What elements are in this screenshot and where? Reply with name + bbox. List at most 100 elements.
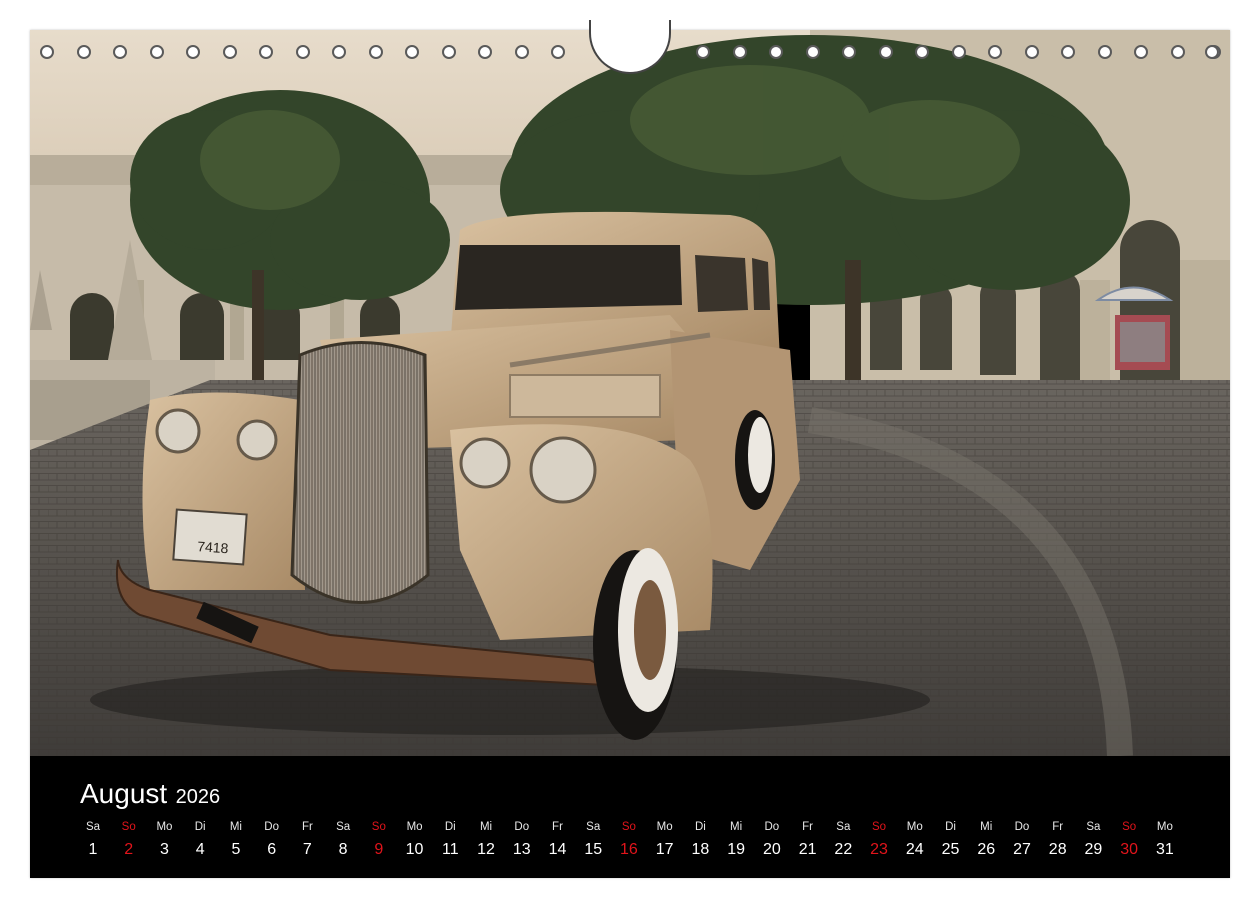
day-column: Mi 19 bbox=[718, 819, 754, 860]
weekday-label: Mi bbox=[229, 821, 242, 833]
day-number: 21 bbox=[798, 841, 817, 858]
day-number: 27 bbox=[1013, 841, 1031, 858]
weekday-label: So bbox=[1122, 821, 1137, 833]
day-column: Mo 3 bbox=[146, 819, 182, 860]
day-column: Sa 1 bbox=[75, 819, 111, 860]
calendar-strip: August 2026 Sa 1 So 2 Mo 3 Di 4 Mi 5 Do 6 Fr 7 Sa 8 So 9 M… bbox=[30, 756, 1230, 878]
day-column: Fr 21 bbox=[790, 819, 826, 860]
license-plate-number: 7418 bbox=[197, 538, 229, 556]
weekday-label: So bbox=[371, 821, 386, 833]
day-number: 20 bbox=[762, 841, 781, 858]
day-column: Di 11 bbox=[432, 819, 468, 860]
weekday-label: Mo bbox=[406, 821, 423, 833]
day-number: 30 bbox=[1120, 841, 1139, 858]
day-column: Sa 8 bbox=[325, 819, 361, 860]
weekday-label: Do bbox=[514, 821, 530, 833]
weekday-label: Sa bbox=[836, 821, 851, 833]
day-column: So 30 bbox=[1111, 819, 1147, 860]
month-photo: 7418 bbox=[30, 30, 1230, 756]
day-number: 16 bbox=[620, 841, 638, 858]
day-number: 15 bbox=[584, 841, 603, 858]
weekday-label: Fr bbox=[301, 821, 313, 833]
day-column: Mo 17 bbox=[647, 819, 683, 860]
day-number: 7 bbox=[302, 841, 312, 858]
day-number: 2 bbox=[124, 841, 134, 858]
weekday-label: Di bbox=[444, 821, 456, 833]
weekday-label: Di bbox=[694, 821, 706, 833]
day-number: 11 bbox=[441, 841, 459, 858]
weekday-label: Di bbox=[945, 821, 956, 833]
month-title: August 2026 bbox=[80, 778, 220, 810]
day-column: Mo 10 bbox=[397, 819, 433, 860]
day-number: 9 bbox=[374, 841, 384, 858]
day-number: 28 bbox=[1048, 841, 1067, 858]
day-number: 22 bbox=[834, 841, 853, 858]
day-number: 3 bbox=[160, 841, 169, 858]
day-column: Do 27 bbox=[1004, 819, 1040, 860]
weekday-label: Mi bbox=[479, 821, 493, 833]
vintage-car-photo: 7418 bbox=[30, 30, 1230, 756]
day-number: 24 bbox=[905, 841, 924, 858]
day-column: Sa 29 bbox=[1075, 819, 1111, 860]
day-column: Fr 28 bbox=[1040, 819, 1076, 860]
weekday-label: Mo bbox=[906, 821, 923, 833]
day-column: So 16 bbox=[611, 819, 647, 860]
day-column: So 9 bbox=[361, 819, 397, 860]
weekday-label: Sa bbox=[1086, 821, 1101, 833]
weekday-label: Sa bbox=[586, 821, 601, 833]
day-column: Mi 5 bbox=[218, 819, 254, 860]
weekday-label: Fr bbox=[552, 821, 563, 833]
day-number: 17 bbox=[655, 841, 674, 858]
weekday-label: Fr bbox=[1052, 821, 1064, 833]
weekday-label: Do bbox=[1014, 821, 1030, 833]
weekday-label: Sa bbox=[85, 821, 101, 833]
day-column: Do 13 bbox=[504, 819, 540, 860]
day-number: 4 bbox=[195, 841, 205, 858]
day-number: 25 bbox=[941, 841, 960, 858]
day-column: Fr 14 bbox=[539, 819, 575, 860]
day-column: Do 20 bbox=[754, 819, 790, 860]
day-number: 1 bbox=[88, 841, 98, 858]
day-number: 6 bbox=[267, 841, 277, 858]
day-column: Mo 24 bbox=[897, 819, 933, 860]
day-number: 29 bbox=[1084, 841, 1103, 858]
day-number: 12 bbox=[477, 841, 495, 858]
weekday-label: Sa bbox=[336, 821, 351, 833]
day-column: Mo 31 bbox=[1147, 819, 1183, 860]
year-label: 2026 bbox=[175, 786, 221, 808]
weekday-label: So bbox=[621, 821, 636, 833]
day-column: Mi 26 bbox=[968, 819, 1004, 860]
weekday-label: Di bbox=[194, 821, 206, 833]
day-number: 14 bbox=[548, 841, 567, 858]
day-number: 23 bbox=[870, 841, 888, 858]
weekday-label: Mo bbox=[156, 821, 173, 833]
day-column: Mi 12 bbox=[468, 819, 504, 860]
weekday-label: Mi bbox=[980, 821, 993, 833]
day-column: Di 25 bbox=[933, 819, 969, 860]
day-number: 8 bbox=[338, 841, 348, 858]
day-column: Di 18 bbox=[682, 819, 718, 860]
day-column: So 23 bbox=[861, 819, 897, 860]
day-number: 5 bbox=[231, 841, 241, 858]
weekday-label: Do bbox=[264, 821, 279, 833]
day-column: Do 6 bbox=[254, 819, 290, 860]
weekday-label: Do bbox=[764, 821, 780, 833]
day-column: Sa 22 bbox=[825, 819, 861, 860]
weekday-label: Mi bbox=[730, 821, 743, 833]
weekday-label: Fr bbox=[802, 821, 814, 833]
day-number: 19 bbox=[727, 841, 746, 858]
day-column: Fr 7 bbox=[289, 819, 325, 860]
weekday-label: So bbox=[872, 821, 887, 833]
month-name: August bbox=[80, 778, 168, 809]
weekday-label: So bbox=[121, 821, 136, 833]
day-number: 10 bbox=[405, 841, 424, 858]
day-number: 26 bbox=[977, 841, 996, 858]
day-column: So 2 bbox=[111, 819, 147, 860]
day-number: 18 bbox=[691, 841, 710, 858]
day-column: Di 4 bbox=[182, 819, 218, 860]
weekday-label: Mo bbox=[656, 821, 673, 833]
calendar-page: 7418 August 2026 Sa 1 So 2 Mo 3 Di 4 Mi 5 Do 6 Fr 7 Sa… bbox=[30, 30, 1230, 878]
day-grid: Sa 1 So 2 Mo 3 Di 4 Mi 5 Do 6 Fr 7 Sa 8 So 9 Mo 10 Di 11 Mi 12 D… bbox=[30, 819, 1230, 869]
day-number: 31 bbox=[1155, 841, 1174, 858]
day-column: Sa 15 bbox=[575, 819, 611, 860]
